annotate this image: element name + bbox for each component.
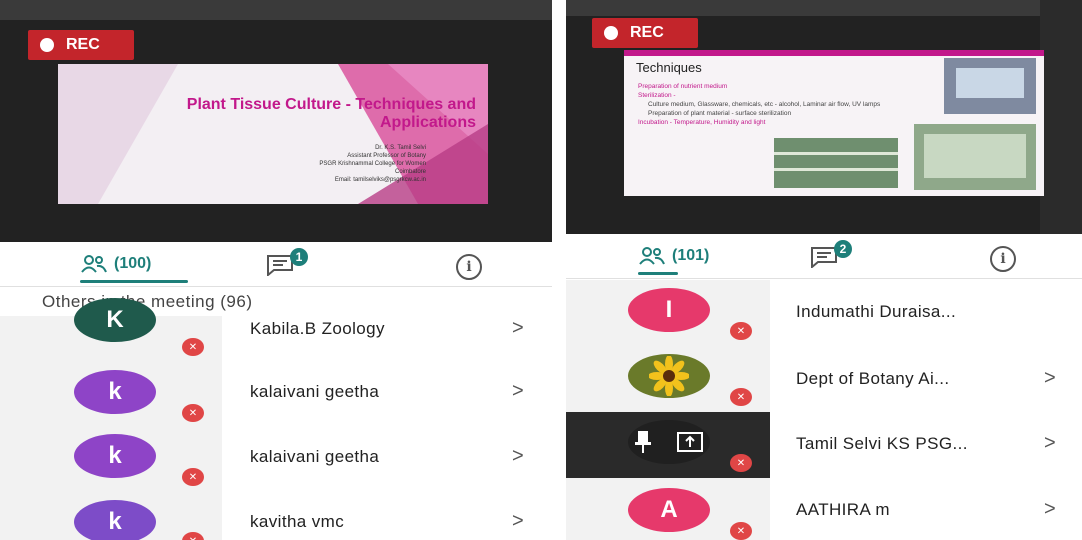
record-dot-icon (604, 26, 618, 40)
rec-label: REC (66, 36, 100, 53)
present-screen-icon (677, 432, 703, 452)
avatar: A (628, 488, 710, 532)
list-item[interactable]: K ✕ Kabila.B Zoology > (0, 298, 552, 364)
shelf-line (774, 152, 898, 155)
slide-bullet-1: Preparation of nutrient medium (638, 83, 728, 90)
slide-college: PSGR Krishnammal College for Women (319, 161, 426, 167)
slide-top-band (624, 50, 1044, 56)
chevron-right-icon[interactable]: > (1044, 498, 1056, 521)
participant-name: Tamil Selvi KS PSG... (796, 434, 968, 453)
slide-title-line1: Plant Tissue Culture - Techniques and (186, 96, 476, 113)
window-titlebar (566, 0, 1082, 16)
avatar: k (74, 370, 156, 414)
mic-off-icon: ✕ (182, 468, 204, 486)
slide-title: Techniques (636, 60, 702, 75)
slide-city: Coimbatore (394, 169, 426, 175)
chevron-right-icon[interactable]: > (1044, 432, 1056, 455)
slide-title-line2: Applications (379, 114, 476, 131)
participant-name: kavitha vmc (250, 512, 345, 531)
slide-bullets: Preparation of nutrient medium Steriliza… (638, 82, 938, 127)
people-icon (639, 247, 665, 265)
laminar-flow-photo (944, 58, 1036, 114)
slide-email: Email: tamilselviks@psgrkcw.ac.in (334, 177, 426, 183)
participant-name: Kabila.B Zoology (250, 319, 385, 338)
meeting-tabs: (101) 2 i (566, 234, 1082, 278)
shared-screen: Techniques Preparation of nutrient mediu… (566, 0, 1082, 234)
divider (566, 278, 1082, 279)
tab-people[interactable]: (101) (638, 246, 709, 266)
presentation-slide: Techniques Preparation of nutrient mediu… (624, 50, 1044, 196)
slide-role: Assistant Professor of Botany (347, 153, 426, 159)
growth-room-photo (914, 124, 1036, 190)
shared-screen: Plant Tissue Culture - Techniques and Ap… (0, 0, 552, 242)
chevron-right-icon[interactable]: > (512, 317, 524, 340)
list-item[interactable]: A ✕ AATHIRA m > (566, 478, 1082, 540)
tab-people[interactable]: (100) (80, 254, 151, 274)
mic-off-icon: ✕ (182, 338, 204, 356)
slide-author-block: Dr. K.S. Tamil Selvi Assistant Professor… (319, 144, 426, 184)
participant-name: AATHIRA m (796, 500, 890, 519)
people-count: (101) (672, 247, 710, 264)
pin-and-present-icons (635, 431, 703, 453)
list-item[interactable]: k ✕ kavitha vmc > (0, 496, 552, 540)
rec-indicator: REC (28, 30, 134, 60)
record-dot-icon (40, 38, 54, 52)
slide-bullet-2: Sterilization - (638, 92, 676, 99)
flower-icon (649, 356, 689, 396)
chevron-right-icon[interactable]: > (512, 445, 524, 468)
photo-detail (956, 68, 1024, 98)
slide-author: Dr. K.S. Tamil Selvi (375, 145, 426, 151)
shelf-line (774, 168, 898, 171)
left-meeting-screen: Plant Tissue Culture - Techniques and Ap… (0, 0, 552, 540)
mic-off-icon: ✕ (730, 522, 752, 540)
participant-name: Indumathi Duraisa... (796, 302, 957, 321)
list-item[interactable]: k ✕ kalaivani geetha > (0, 430, 552, 496)
divider (0, 286, 552, 287)
right-meeting-screen: Techniques Preparation of nutrient mediu… (566, 0, 1082, 540)
mic-off-icon: ✕ (730, 322, 752, 340)
presentation-slide: Plant Tissue Culture - Techniques and Ap… (58, 64, 488, 204)
list-item[interactable]: ✕ Dept of Botany Ai... > (566, 346, 1082, 412)
photo-detail (924, 134, 1026, 178)
side-bar (1040, 0, 1082, 234)
rec-label: REC (630, 24, 664, 41)
avatar (628, 354, 710, 398)
active-tab-indicator (638, 272, 678, 275)
list-item[interactable]: ✕ Tamil Selvi KS PSG... > (566, 412, 1082, 478)
mic-off-icon: ✕ (730, 388, 752, 406)
chevron-right-icon[interactable]: > (1044, 367, 1056, 390)
chevron-right-icon[interactable]: > (512, 510, 524, 533)
mic-off-icon: ✕ (182, 404, 204, 422)
slide-subbullet-2: Preparation of plant material - surface … (648, 110, 792, 117)
active-tab-indicator (80, 280, 188, 283)
list-item[interactable]: I ✕ Indumathi Duraisa... (566, 280, 1082, 346)
window-titlebar (0, 0, 552, 20)
chat-badge: 1 (290, 248, 308, 266)
people-count: (100) (114, 255, 152, 272)
slide-subbullet-1: Culture medium, Glassware, chemicals, et… (648, 101, 881, 108)
tab-chat[interactable]: 1 (266, 248, 308, 281)
avatar: k (74, 500, 156, 540)
mic-off-icon: ✕ (730, 454, 752, 472)
culture-shelves-photo (774, 138, 898, 188)
list-item[interactable]: k ✕ kalaivani geetha > (0, 364, 552, 430)
people-icon (81, 255, 107, 273)
avatar: K (74, 298, 156, 342)
avatar: k (74, 434, 156, 478)
pin-icon (635, 431, 651, 453)
info-icon[interactable]: i (456, 254, 482, 280)
avatar (628, 420, 710, 464)
avatar: I (628, 288, 710, 332)
slide-title: Plant Tissue Culture - Techniques and Ap… (187, 96, 476, 132)
rec-indicator: REC (592, 18, 698, 48)
participant-name: Dept of Botany Ai... (796, 369, 950, 388)
tab-chat[interactable]: 2 (810, 240, 852, 273)
chat-badge: 2 (834, 240, 852, 258)
chevron-right-icon[interactable]: > (512, 380, 524, 403)
participant-name: kalaivani geetha (250, 447, 380, 466)
info-icon[interactable]: i (990, 246, 1016, 272)
participant-name: kalaivani geetha (250, 382, 380, 401)
slide-bullet-3: Incubation - Temperature, Humidity and l… (638, 119, 766, 126)
meeting-tabs: (100) 1 i (0, 242, 552, 286)
